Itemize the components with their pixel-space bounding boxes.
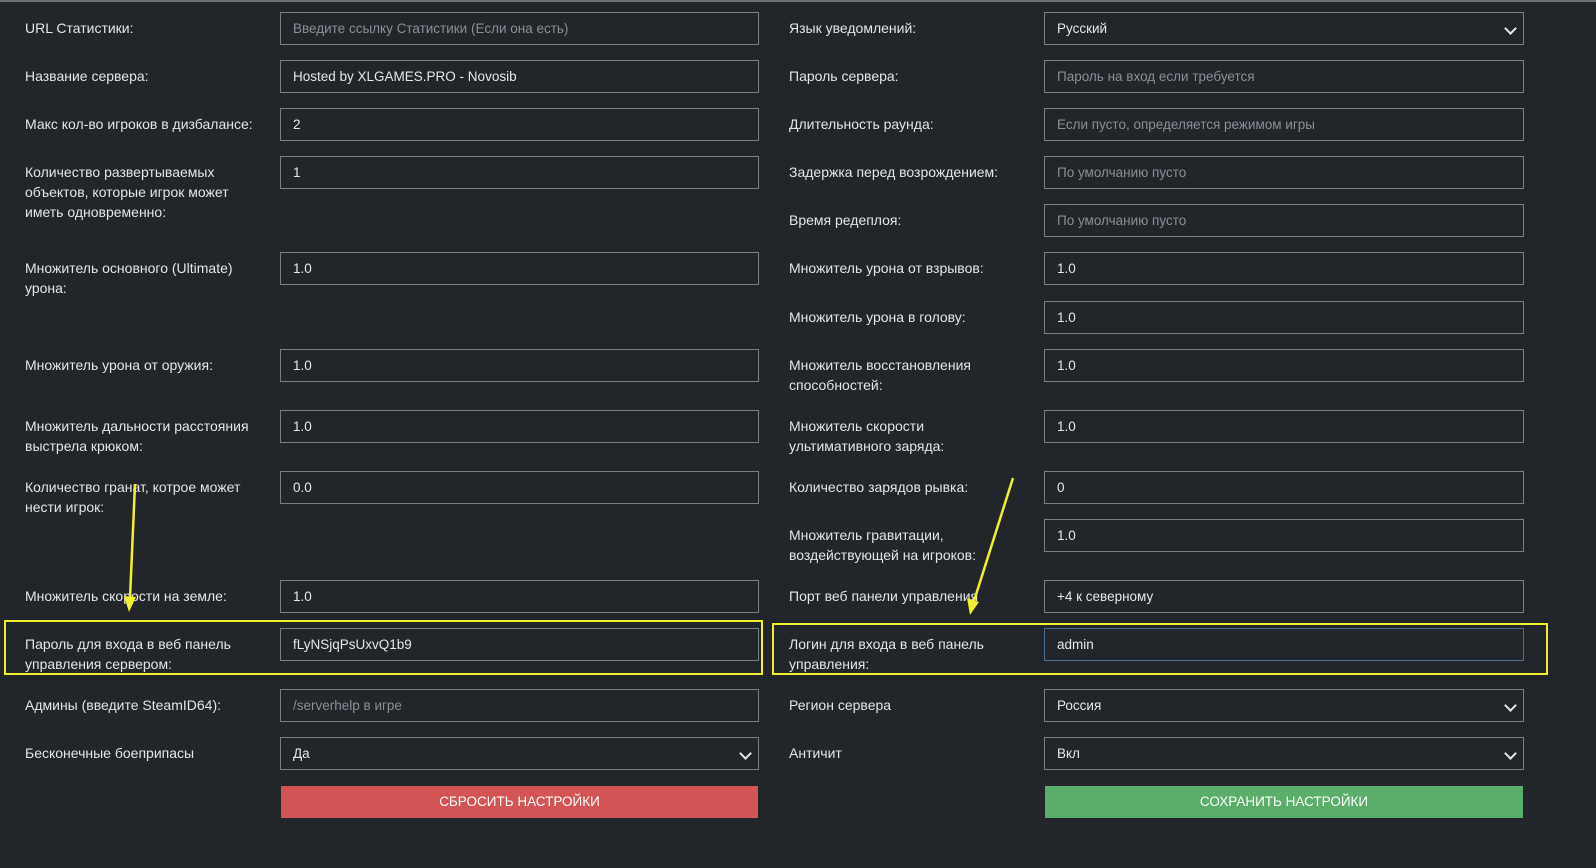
gravity-mult-input[interactable]: 1.0 — [1044, 519, 1524, 552]
cooldown-mult-label: Множитель восстановления способностей: — [789, 357, 971, 393]
weapon-mult-input[interactable]: 1.0 — [280, 349, 759, 382]
grenades-input[interactable]: 0.0 — [280, 471, 759, 504]
stats-url-input[interactable]: Введите ссылку Статистики (Если она есть… — [280, 12, 759, 45]
headshot-mult-input[interactable]: 1.0 — [1044, 301, 1524, 334]
save-settings-button[interactable]: СОХРАНИТЬ НАСТРОЙКИ — [1045, 786, 1523, 818]
notify-lang-value: Русский — [1057, 21, 1108, 36]
explosion-mult-input[interactable]: 1.0 — [1044, 252, 1524, 285]
anticheat-value: Вкл — [1057, 746, 1080, 761]
respawn-delay-input[interactable]: По умолчанию пусто — [1044, 156, 1524, 189]
infinite-ammo-select[interactable]: Да — [280, 737, 759, 770]
ultimate-mult-input[interactable]: 1.0 — [280, 252, 759, 285]
explosion-mult-label: Множитель урона от взрывов: — [789, 260, 984, 276]
stats-url-label: URL Статистики: — [25, 20, 134, 36]
round-length-label: Длительность раунда: — [789, 116, 934, 132]
deployables-input[interactable]: 1 — [280, 156, 759, 189]
ult-charge-mult-label: Множитель скорости ультимативного заряда… — [789, 418, 945, 454]
server-name-input[interactable]: Hosted by XLGAMES.PRO - Novosib — [280, 60, 759, 93]
round-length-input[interactable]: Если пусто, определяется режимом игры — [1044, 108, 1524, 141]
server-name-label: Название сервера: — [25, 68, 149, 84]
chevron-down-icon — [1504, 699, 1517, 712]
ultimate-mult-label: Множитель основного (Ultimate) урона: — [25, 260, 233, 296]
hook-range-input[interactable]: 1.0 — [280, 410, 759, 443]
chevron-down-icon — [1504, 747, 1517, 760]
weapon-mult-label: Множитель урона от оружия: — [25, 357, 213, 373]
web-port-input[interactable]: +4 к северному — [1044, 580, 1524, 613]
grenades-label: Количество гранат, котрое может нести иг… — [25, 479, 241, 515]
chevron-down-icon — [739, 747, 752, 760]
anticheat-label: Античит — [789, 745, 842, 761]
web-password-label: Пароль для входа в веб панель управления… — [25, 636, 231, 672]
admins-input[interactable]: /serverhelp в игре — [280, 689, 759, 722]
web-login-input[interactable]: admin — [1044, 628, 1524, 661]
infinite-ammo-label: Бесконечные боеприпасы — [25, 745, 195, 761]
cooldown-mult-input[interactable]: 1.0 — [1044, 349, 1524, 382]
admins-label: Админы (введите SteamID64): — [25, 697, 221, 713]
ground-speed-input[interactable]: 1.0 — [280, 580, 759, 613]
region-label: Регион сервера — [789, 697, 892, 713]
respawn-delay-label: Задержка перед возрождением: — [789, 164, 999, 180]
chevron-down-icon — [1504, 22, 1517, 35]
server-password-input[interactable]: Пароль на вход если требуется — [1044, 60, 1524, 93]
infinite-ammo-value: Да — [293, 746, 310, 761]
redeploy-time-label: Время редеплоя: — [789, 212, 902, 228]
gravity-mult-label: Множитель гравитации, воздействующей на … — [789, 527, 976, 563]
region-select[interactable]: Россия — [1044, 689, 1524, 722]
web-login-label: Логин для входа в веб панель управления: — [789, 636, 984, 672]
anticheat-select[interactable]: Вкл — [1044, 737, 1524, 770]
web-port-label: Порт веб панели управления — [789, 588, 979, 604]
region-value: Россия — [1057, 698, 1102, 713]
max-imbalance-input[interactable]: 2 — [280, 108, 759, 141]
web-password-input[interactable]: fLyNSjqPsUxvQ1b9 — [280, 628, 759, 661]
max-imbalance-label: Макс кол-во игроков в дизбалансе: — [25, 116, 253, 132]
hook-range-label: Множитель дальности расстояния выстрела … — [25, 418, 249, 454]
dash-charges-label: Количество зарядов рывка: — [789, 479, 969, 495]
reset-settings-button[interactable]: СБРОСИТЬ НАСТРОЙКИ — [281, 786, 758, 818]
dash-charges-input[interactable]: 0 — [1044, 471, 1524, 504]
ground-speed-label: Множитель скорости на земле: — [25, 588, 227, 604]
top-divider — [0, 0, 1596, 2]
server-password-label: Пароль сервера: — [789, 68, 899, 84]
notify-lang-select[interactable]: Русский — [1044, 12, 1524, 45]
deployables-label: Количество развертываемых объектов, кото… — [25, 164, 229, 220]
notify-lang-label: Язык уведомлений: — [789, 20, 917, 36]
redeploy-time-input[interactable]: По умолчанию пусто — [1044, 204, 1524, 237]
ult-charge-mult-input[interactable]: 1.0 — [1044, 410, 1524, 443]
headshot-mult-label: Множитель урона в голову: — [789, 309, 966, 325]
